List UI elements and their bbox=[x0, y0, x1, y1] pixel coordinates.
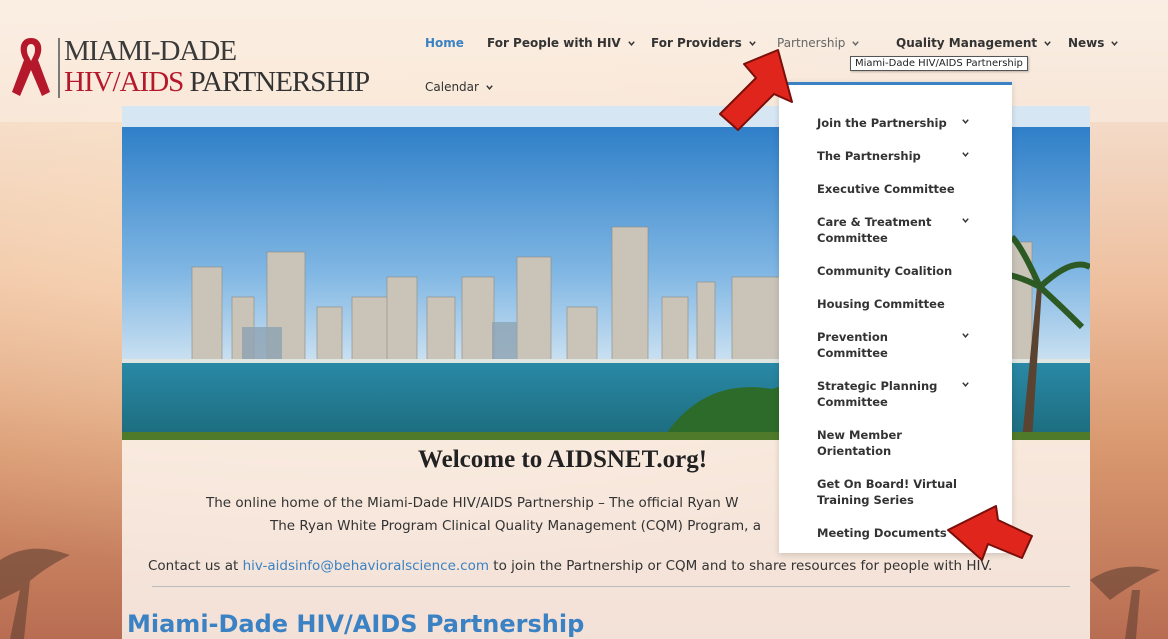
contact-suffix: to join the Partnership or CQM and to sh… bbox=[489, 558, 993, 574]
section-title: Miami-Dade HIV/AIDS Partnership bbox=[127, 610, 585, 638]
chevron-down-icon bbox=[627, 40, 635, 46]
chevron-down-icon bbox=[852, 40, 860, 46]
site-logo[interactable]: MIAMI-DADE HIV/AIDS PARTNERSHIP bbox=[8, 34, 408, 100]
nav-calendar-label: Calendar bbox=[425, 80, 479, 94]
logo-text-line2: HIV/AIDS PARTNERSHIP bbox=[64, 66, 371, 98]
nav-home[interactable]: Home bbox=[425, 36, 464, 50]
logo-text-dark: PARTNERSHIP bbox=[183, 66, 371, 98]
chevron-down-icon[interactable] bbox=[961, 150, 970, 159]
menu-item-prevention-committee[interactable]: Prevention Committee bbox=[817, 329, 907, 361]
menu-item-join-partnership[interactable]: Join the Partnership bbox=[817, 115, 957, 131]
intro-line-3: Contact us at hiv-aidsinfo@behavioralsci… bbox=[148, 558, 992, 574]
intro-line-1: The online home of the Miami-Dade HIV/AI… bbox=[206, 495, 739, 511]
menu-item-housing-committee[interactable]: Housing Committee bbox=[817, 296, 957, 312]
welcome-heading: Welcome to AIDSNET.org! bbox=[418, 446, 708, 473]
chevron-down-icon[interactable] bbox=[961, 380, 970, 389]
chevron-down-icon bbox=[1111, 40, 1119, 46]
logo-text-line1: MIAMI-DADE bbox=[64, 35, 237, 67]
nav-calendar[interactable]: Calendar bbox=[425, 80, 494, 94]
nav-people-label: For People with HIV bbox=[487, 36, 621, 50]
nav-home-label: Home bbox=[425, 36, 464, 50]
content-divider bbox=[152, 586, 1070, 587]
logo-divider bbox=[58, 38, 60, 98]
nav-news-label: News bbox=[1068, 36, 1105, 50]
chevron-down-icon bbox=[486, 84, 493, 90]
red-ribbon-icon bbox=[12, 38, 50, 96]
menu-item-get-on-board[interactable]: Get On Board! Virtual Training Series bbox=[817, 476, 957, 508]
partnership-tooltip: Miami-Dade HIV/AIDS Partnership bbox=[850, 56, 1028, 71]
nav-quality-label: Quality Management bbox=[896, 36, 1038, 50]
menu-item-new-member-orientation[interactable]: New Member Orientation bbox=[817, 427, 917, 459]
menu-item-executive-committee[interactable]: Executive Committee bbox=[817, 181, 957, 197]
menu-item-care-treatment-committee[interactable]: Care & Treatment Committee bbox=[817, 214, 937, 246]
nav-quality-management[interactable]: Quality Management bbox=[896, 36, 1052, 50]
contact-prefix: Contact us at bbox=[148, 558, 243, 574]
chevron-down-icon[interactable] bbox=[961, 331, 970, 340]
nav-news[interactable]: News bbox=[1068, 36, 1119, 50]
logo-text-red: HIV/AIDS bbox=[64, 66, 184, 98]
partnership-dropdown-menu: Join the Partnership The Partnership Exe… bbox=[779, 82, 1012, 553]
chevron-down-icon bbox=[1044, 40, 1051, 46]
nav-people-with-hiv[interactable]: For People with HIV bbox=[487, 36, 636, 50]
contact-email-link[interactable]: hiv-aidsinfo@behavioralscience.com bbox=[243, 558, 489, 574]
menu-item-strategic-planning[interactable]: Strategic Planning Committee bbox=[817, 378, 942, 410]
intro-line-2: The Ryan White Program Clinical Quality … bbox=[270, 518, 762, 534]
chevron-down-icon[interactable] bbox=[961, 216, 970, 225]
annotation-arrow-icon bbox=[947, 505, 1033, 561]
chevron-down-icon[interactable] bbox=[961, 117, 970, 126]
menu-item-meeting-documents[interactable]: Meeting Documents bbox=[817, 525, 957, 541]
menu-item-community-coalition[interactable]: Community Coalition bbox=[817, 263, 957, 279]
annotation-arrow-icon bbox=[719, 49, 793, 131]
menu-item-the-partnership[interactable]: The Partnership bbox=[817, 148, 957, 164]
